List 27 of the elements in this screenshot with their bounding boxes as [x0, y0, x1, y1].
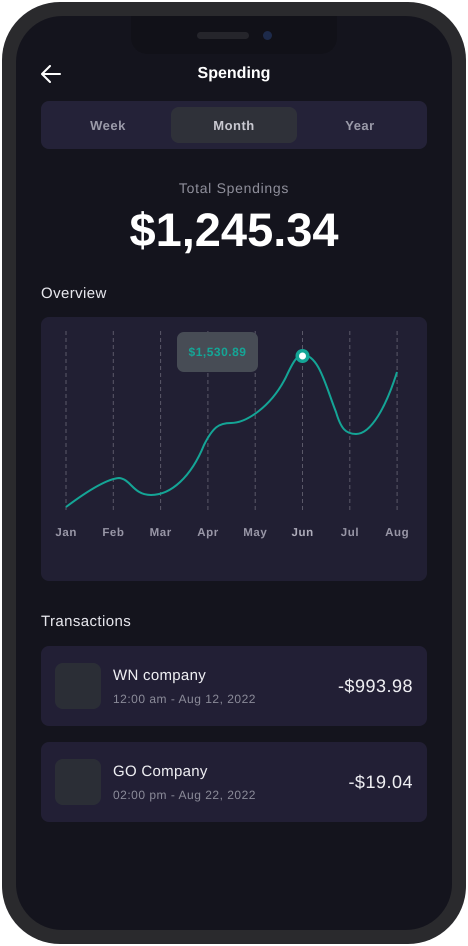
transaction-amount: -$993.98: [338, 676, 413, 696]
period-tab[interactable]: Week: [45, 107, 171, 143]
month-label: Aug: [385, 527, 410, 539]
month-label: Jul: [340, 527, 360, 539]
transaction-card[interactable]: GO Company 02:00 pm - Aug 22, 2022 -$19.04: [41, 742, 427, 822]
month-label: Mar: [150, 527, 172, 539]
transaction-time: 12:00 am - Aug 12, 2022: [113, 692, 257, 706]
transaction-time: 02:00 pm - Aug 22, 2022: [113, 788, 257, 802]
month-label: Apr: [197, 527, 219, 539]
merchant-name: GO Company: [113, 762, 209, 780]
period-tab[interactable]: Year: [297, 107, 423, 143]
total-label: Total Spendings: [178, 180, 290, 196]
month-label: Jun: [292, 527, 314, 539]
month-label: Feb: [102, 527, 125, 539]
section-title: Transactions: [41, 613, 132, 630]
merchant-name: WN company: [113, 666, 208, 684]
screen-title: Spending: [198, 65, 270, 83]
month-label: May: [243, 527, 268, 539]
back-arrow-icon[interactable]: [41, 65, 61, 83]
total-amount: $1,245.34: [128, 202, 340, 257]
data-point[interactable]: [296, 349, 310, 363]
transaction-card[interactable]: WN company 12:00 am - Aug 12, 2022 -$993.98: [41, 646, 427, 726]
month-label: Jan: [55, 527, 77, 539]
value-tooltip: $1,530.89: [177, 332, 258, 372]
transaction-amount: -$19.04: [348, 772, 413, 792]
period-tab[interactable]: Month: [171, 107, 297, 143]
section-title: Overview: [41, 285, 108, 302]
